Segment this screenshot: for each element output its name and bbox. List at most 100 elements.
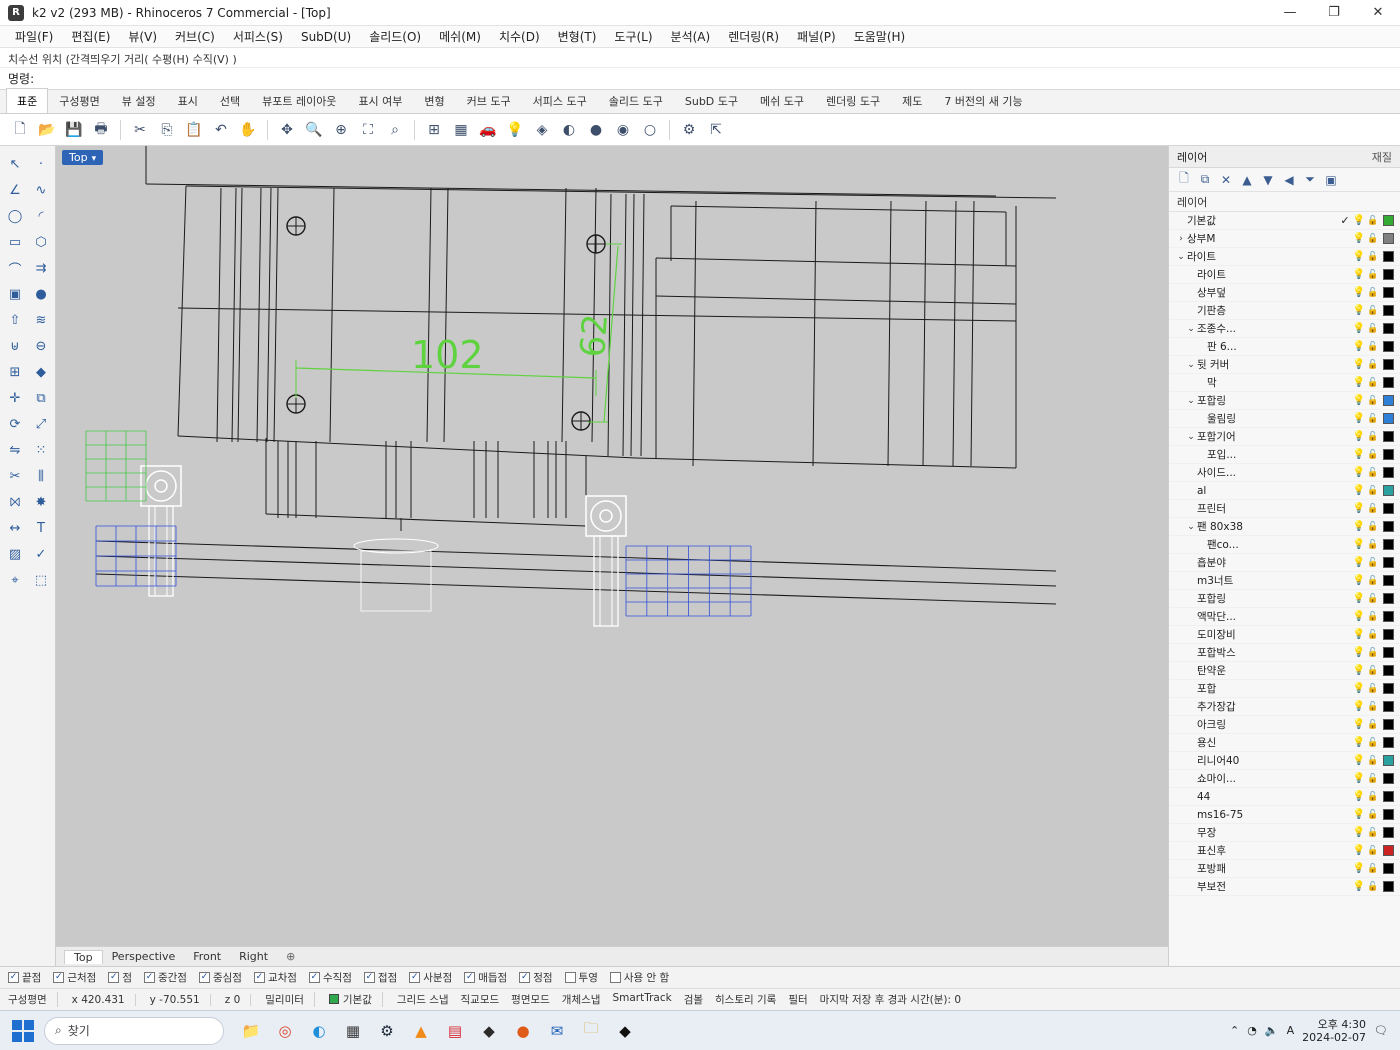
menu-item-9[interactable]: 변형(T) (549, 28, 606, 45)
layer-color-swatch[interactable] (1383, 305, 1394, 316)
undo-icon[interactable]: ↶ (209, 118, 233, 142)
layer-color-swatch[interactable] (1383, 215, 1394, 226)
copy-icon[interactable]: ⎘ (155, 118, 179, 142)
ribbon-tab-6[interactable]: 표시 여부 (347, 88, 413, 113)
ribbon-tab-11[interactable]: SubD 도구 (674, 88, 749, 113)
lock-icon[interactable]: 🔓 (1366, 684, 1380, 694)
layer-color-swatch[interactable] (1383, 827, 1394, 838)
open-icon[interactable]: 📂 (35, 118, 59, 142)
ribbon-tab-7[interactable]: 변형 (413, 88, 455, 113)
lock-icon[interactable]: 🔓 (1366, 612, 1380, 622)
menu-item-2[interactable]: 뷰(V) (119, 28, 166, 45)
menu-item-0[interactable]: 파일(F) (6, 28, 62, 45)
layers-panel-title[interactable]: 레이어 (1177, 149, 1207, 165)
menu-item-8[interactable]: 치수(D) (490, 28, 549, 45)
menu-item-13[interactable]: 패널(P) (788, 28, 845, 45)
language-indicator[interactable]: A (1287, 1024, 1295, 1037)
lock-icon[interactable]: 🔓 (1366, 864, 1380, 874)
layer-color-swatch[interactable] (1383, 665, 1394, 676)
layer-color-swatch[interactable] (1383, 629, 1394, 640)
lock-icon[interactable]: 🔓 (1366, 594, 1380, 604)
lock-icon[interactable]: 🔓 (1366, 792, 1380, 802)
rotate-icon[interactable]: ⟳ (3, 412, 27, 436)
lock-icon[interactable]: 🔓 (1366, 738, 1380, 748)
layer-tools-icon[interactable]: ▣ (1322, 171, 1340, 189)
folder-icon[interactable]: 🗀 (576, 1016, 606, 1046)
layer-row[interactable]: 무장 💡 🔓 (1169, 824, 1400, 842)
menu-item-7[interactable]: 메쉬(M) (430, 28, 490, 45)
lock-icon[interactable]: 🔓 (1366, 342, 1380, 352)
zoom-icon[interactable]: 🔍 (302, 118, 326, 142)
lightbulb-icon[interactable]: 💡 (1352, 647, 1366, 658)
layer-expander[interactable]: ⌄ (1175, 252, 1187, 262)
menu-item-12[interactable]: 렌더링(R) (719, 28, 788, 45)
layer-color-swatch[interactable] (1383, 233, 1394, 244)
menu-item-4[interactable]: 서피스(S) (224, 28, 292, 45)
lightbulb-icon[interactable]: 💡 (1352, 827, 1366, 838)
layer-row[interactable]: 팬co... 💡 🔓 (1169, 536, 1400, 554)
dimension-label-62[interactable]: 62 (573, 313, 616, 359)
extrude-icon[interactable]: ⇧ (3, 308, 27, 332)
osnap-toggle[interactable]: 투영 (564, 970, 598, 985)
ribbon-tab-0[interactable]: 표준 (6, 88, 49, 113)
file-explorer-icon[interactable]: 📁 (236, 1016, 266, 1046)
render-icon[interactable]: ◐ (557, 118, 581, 142)
menu-item-14[interactable]: 도움말(H) (845, 28, 915, 45)
layer-color-swatch[interactable] (1383, 719, 1394, 730)
layer-row[interactable]: m3너트 💡 🔓 (1169, 572, 1400, 590)
osnap-toggle[interactable]: ✓ 매듭점 (464, 970, 507, 985)
lock-icon[interactable]: 🔓 (1366, 360, 1380, 370)
layer-expander[interactable]: ⌄ (1185, 522, 1197, 532)
layer-expander[interactable]: ⌄ (1185, 432, 1197, 442)
mode-toggle-8[interactable]: 마지막 저장 후 경과 시간(분): 0 (820, 992, 961, 1007)
zoom-extents-icon[interactable]: ⛶ (356, 118, 380, 142)
layer-color-swatch[interactable] (1383, 449, 1394, 460)
mode-toggle-7[interactable]: 필터 (788, 992, 807, 1007)
layer-row[interactable]: ⌄ 뒷 커버 💡 🔓 (1169, 356, 1400, 374)
layer-row[interactable]: ⌄ 포함기어 💡 🔓 (1169, 428, 1400, 446)
lightbulb-icon[interactable]: 💡 (1352, 791, 1366, 802)
lock-icon[interactable]: 🔓 (1366, 828, 1380, 838)
arrow-select-icon[interactable]: ↖ (3, 152, 27, 176)
edge-icon[interactable]: ◐ (304, 1016, 334, 1046)
lightbulb-icon[interactable]: 💡 (1352, 521, 1366, 532)
loft-icon[interactable]: ≋ (29, 308, 53, 332)
osnap-checkbox[interactable]: ✓ (53, 972, 65, 983)
lock-icon[interactable]: 🔓 (1366, 306, 1380, 316)
layer-row[interactable]: ⌄ 포합링 💡 🔓 (1169, 392, 1400, 410)
layer-row[interactable]: 부보전 💡 🔓 (1169, 878, 1400, 896)
car-icon[interactable]: 🚗 (476, 118, 500, 142)
filter-icon[interactable]: ⏷ (1301, 171, 1319, 189)
taskbar-search[interactable]: ⌕ 찾기 (44, 1016, 224, 1045)
layer-row[interactable]: 포입... 💡 🔓 (1169, 446, 1400, 464)
layer-row[interactable]: 용신 💡 🔓 (1169, 734, 1400, 752)
lock-icon[interactable]: 🔓 (1366, 774, 1380, 784)
layer-color-swatch[interactable] (1383, 323, 1394, 334)
lightbulb-icon[interactable]: 💡 (1352, 467, 1366, 478)
layer-color-swatch[interactable] (1383, 395, 1394, 406)
layer-color-swatch[interactable] (1383, 287, 1394, 298)
chrome-icon[interactable]: ◎ (270, 1016, 300, 1046)
layer-color-swatch[interactable] (1383, 863, 1394, 874)
osnap-toggle[interactable]: ✓ 근처점 (53, 970, 96, 985)
lightbulb-icon[interactable]: 💡 (1352, 773, 1366, 784)
lightbulb-icon[interactable]: 💡 (1352, 485, 1366, 496)
lightbulb-icon[interactable]: 💡 (1352, 305, 1366, 316)
layer-color-swatch[interactable] (1383, 341, 1394, 352)
point-icon[interactable]: · (29, 152, 53, 176)
lock-icon[interactable]: 🔓 (1366, 756, 1380, 766)
ribbon-tab-5[interactable]: 뷰포트 레이아웃 (251, 88, 347, 113)
lightbulb-icon[interactable]: 💡 (1352, 287, 1366, 298)
text-icon[interactable]: T (29, 516, 53, 540)
steam-icon[interactable]: ⚙ (372, 1016, 402, 1046)
lock-icon[interactable]: 🔓 (1366, 378, 1380, 388)
osnap-checkbox[interactable]: ✓ (8, 972, 19, 983)
curve-icon[interactable]: ∿ (29, 178, 53, 202)
lock-icon[interactable]: 🔓 (1366, 468, 1380, 478)
menu-item-6[interactable]: 솔리드(O) (360, 28, 430, 45)
current-layer[interactable]: 기본값 (328, 992, 383, 1007)
layer-row[interactable]: 추가장갑 💡 🔓 (1169, 698, 1400, 716)
layer-row[interactable]: › 상부M 💡 🔓 (1169, 230, 1400, 248)
ribbon-tab-3[interactable]: 표시 (167, 88, 209, 113)
lightbulb-icon[interactable]: 💡 (1352, 575, 1366, 586)
